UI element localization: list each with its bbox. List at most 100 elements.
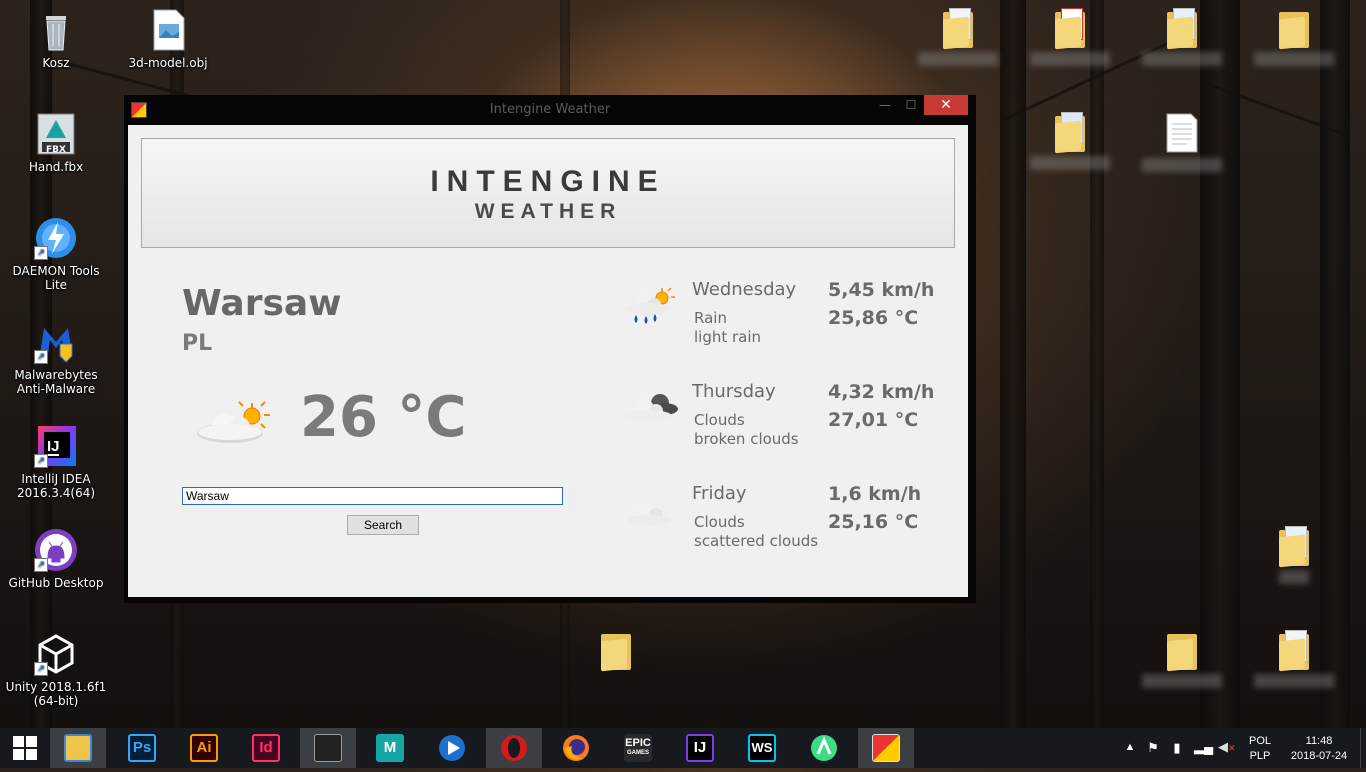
- media-player-icon: [438, 734, 466, 762]
- taskbar-photoshop[interactable]: Ps: [114, 728, 170, 768]
- blurred-label: [1142, 158, 1222, 172]
- taskbar-intellij[interactable]: IJ: [672, 728, 728, 768]
- rain-cloud-sun-icon: [622, 287, 678, 327]
- forecast-wind: 4,32 km/h: [828, 381, 935, 403]
- desktop-icon-3d-model[interactable]: 3d-model.obj: [116, 8, 220, 70]
- flag-icon[interactable]: ⚑: [1146, 740, 1160, 756]
- country-code: PL: [182, 331, 213, 356]
- folder-icon: [1167, 8, 1197, 50]
- desktop-icon-github-desktop[interactable]: ↗ GitHub Desktop: [4, 528, 108, 590]
- taskbar-epic-games[interactable]: EPIC GAMES: [610, 728, 666, 768]
- illustrator-icon: Ai: [190, 734, 218, 762]
- show-hidden-icons-button[interactable]: ▲: [1124, 741, 1136, 753]
- taskbar-weather-app[interactable]: [858, 728, 914, 768]
- epic-label: EPIC: [625, 737, 651, 749]
- image-file-icon: [146, 8, 190, 52]
- desktop-folder[interactable]: [906, 8, 1010, 66]
- desktop-icon-unity[interactable]: ↗ Unity 2018.1.6f1 (64-bit): [4, 632, 108, 708]
- title-bar[interactable]: Intengine Weather — ☐ ✕: [124, 95, 976, 125]
- desktop-icon-malwarebytes[interactable]: ↗ Malwarebytes Anti-Malware: [4, 320, 108, 396]
- desktop-folder[interactable]: [1242, 8, 1346, 66]
- desktop-folder[interactable]: [564, 630, 668, 672]
- language-code: POL: [1248, 735, 1271, 747]
- sun-behind-cloud-icon: [194, 399, 274, 445]
- taskbar-android-studio[interactable]: [796, 728, 852, 768]
- desktop-folder[interactable]: [1018, 112, 1122, 170]
- volume-muted-icon[interactable]: ◀✕: [1218, 739, 1236, 755]
- minimize-button[interactable]: —: [872, 95, 898, 115]
- maximize-button[interactable]: ☐: [898, 95, 924, 115]
- network-icon[interactable]: ▂▄: [1194, 739, 1213, 755]
- blurred-label: [1142, 674, 1222, 688]
- taskbar-illustrator[interactable]: Ai: [176, 728, 232, 768]
- header-banner: INTENGINE WEATHER: [141, 138, 955, 248]
- intellij-icon: IJ: [686, 734, 714, 762]
- forecast-wind: 1,6 km/h: [828, 483, 922, 505]
- desktop-icon-label: Unity 2018.1.6f1 (64-bit): [5, 680, 107, 708]
- desktop-icon-label: DAEMON Tools Lite: [12, 264, 100, 292]
- desktop-icon-label: GitHub Desktop: [8, 576, 104, 590]
- desktop-icon-intellij[interactable]: IJ ↗ IntelliJ IDEA 2016.3.4(64): [4, 424, 108, 500]
- forecast-day: Thursday: [692, 381, 776, 402]
- desktop-icon-daemon-tools[interactable]: ↗ DAEMON Tools Lite: [4, 216, 108, 292]
- taskbar-file-explorer[interactable]: [50, 728, 106, 768]
- show-desktop-button[interactable]: [1360, 728, 1366, 768]
- taskbar-indesign[interactable]: Id: [238, 728, 294, 768]
- shortcut-arrow-icon: ↗: [34, 662, 48, 676]
- intellij-icon: IJ ↗: [34, 424, 78, 468]
- fbx-badge: FBX: [46, 145, 66, 155]
- taskbar-maya[interactable]: M: [362, 728, 418, 768]
- scattered-clouds-icon: [622, 491, 678, 531]
- desktop-folder[interactable]: [1018, 8, 1122, 66]
- current-temperature: 26 °C: [300, 385, 467, 450]
- forecast-description: light rain: [694, 328, 762, 346]
- shortcut-arrow-icon: ↗: [34, 350, 48, 364]
- language-indicator[interactable]: POL PLP: [1242, 734, 1278, 764]
- window-title: Intengine Weather: [489, 102, 611, 117]
- search-button[interactable]: Search: [347, 515, 419, 535]
- taskbar-webstorm[interactable]: WS: [734, 728, 790, 768]
- battery-icon[interactable]: ▮: [1170, 740, 1184, 756]
- folder-icon: [601, 630, 631, 672]
- opera-icon: [500, 734, 528, 762]
- taskbar-opera[interactable]: [486, 728, 542, 768]
- clock-date: 2018-07-24: [1290, 750, 1348, 762]
- blurred-label: [918, 52, 998, 66]
- desktop-icon-label: Kosz: [42, 56, 70, 70]
- forecast-condition: Rain: [694, 309, 727, 327]
- close-button[interactable]: ✕: [924, 95, 968, 115]
- forecast-condition: Clouds: [694, 411, 745, 429]
- mute-indicator-icon: ✕: [1228, 743, 1236, 753]
- city-search-input[interactable]: Warsaw: [182, 487, 563, 505]
- svg-text:IJ: IJ: [47, 438, 60, 455]
- forecast-row: Thursday Clouds broken clouds 4,32 km/h …: [618, 381, 958, 461]
- taskbar-blender-app[interactable]: [300, 728, 356, 768]
- forecast-row: Wednesday Rain light rain 5,45 km/h 25,8…: [618, 279, 958, 359]
- unity-icon: ↗: [34, 632, 78, 676]
- app-icon: [314, 734, 342, 762]
- forecast-day: Wednesday: [692, 279, 797, 300]
- folder-icon: [1279, 8, 1309, 50]
- daemon-tools-icon: ↗: [34, 216, 78, 260]
- webstorm-icon: WS: [748, 734, 776, 762]
- desktop-icon-recycle-bin[interactable]: Kosz: [4, 8, 108, 70]
- desktop-text-file[interactable]: [1130, 112, 1234, 172]
- desktop-folder[interactable]: [1130, 630, 1234, 688]
- clock[interactable]: 11:48 2018-07-24: [1284, 734, 1354, 764]
- desktop-folder[interactable]: [1242, 630, 1346, 688]
- android-studio-icon: [810, 734, 838, 762]
- taskbar-media-player[interactable]: [424, 728, 480, 768]
- desktop-icon-hand-fbx[interactable]: FBX Hand.fbx: [4, 112, 108, 174]
- forecast-description: scattered clouds: [694, 532, 819, 550]
- broken-clouds-icon: [622, 389, 678, 429]
- desktop-folder[interactable]: [1242, 526, 1346, 584]
- recycle-bin-icon: [34, 8, 78, 52]
- blurred-label: [1030, 52, 1110, 66]
- blurred-label: [1142, 52, 1222, 66]
- start-button[interactable]: [0, 728, 50, 768]
- desktop-folder[interactable]: [1130, 8, 1234, 66]
- forecast-temperature: 25,16 °C: [828, 511, 919, 533]
- taskbar-firefox[interactable]: [548, 728, 604, 768]
- text-file-icon: [1165, 112, 1199, 154]
- desktop-icon-label: Malwarebytes Anti-Malware: [14, 368, 98, 396]
